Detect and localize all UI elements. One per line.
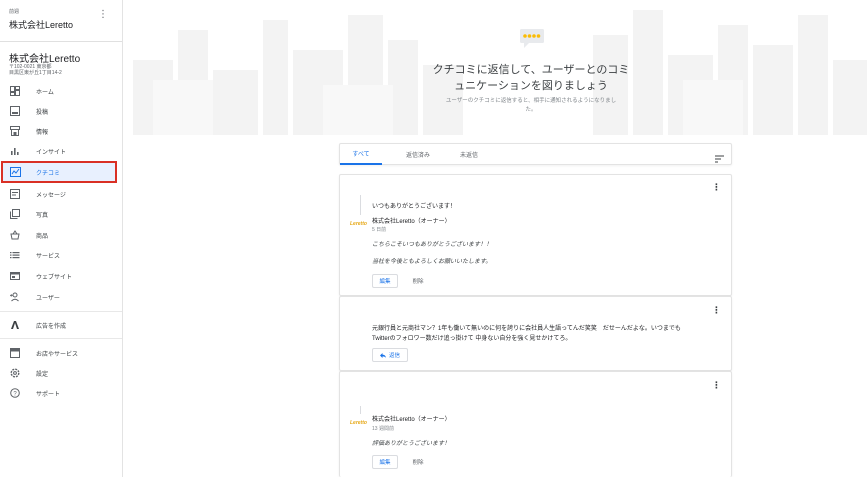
thread-line bbox=[360, 406, 361, 414]
reply-button-label: 返信 bbox=[388, 353, 400, 359]
leretto-logo: Leretto bbox=[350, 420, 367, 426]
sidebar-item-label: インサイト bbox=[36, 149, 67, 156]
sidebar-item-messages[interactable]: メッセージ bbox=[3, 185, 115, 203]
sidebar-item-label: 商品 bbox=[36, 233, 49, 240]
sidebar-header-caption: 前週 bbox=[9, 9, 20, 15]
leretto-logo: Leretto bbox=[350, 221, 367, 227]
owner-name: 株式会社Leretto（オーナー） bbox=[372, 417, 451, 423]
business-icon bbox=[9, 347, 21, 359]
more-vert-icon[interactable]: ⋮ bbox=[712, 181, 721, 193]
address-line-2: 目黒区東が丘1丁目14-2 bbox=[9, 70, 62, 76]
photos-icon bbox=[9, 208, 21, 220]
reply-time: 5 日前 bbox=[372, 227, 387, 233]
sidebar-divider bbox=[0, 311, 122, 312]
add-user-icon bbox=[9, 291, 21, 303]
sidebar-item-support[interactable]: ? サポート bbox=[3, 384, 115, 402]
main-content: クチコミに返信して、ユーザーとのコミュニケーションを図りましょう ユーザーのクチ… bbox=[123, 0, 867, 477]
sidebar-item-label: ユーザー bbox=[36, 295, 60, 302]
review-card: ⋮ 元銀行員と元商社マン？1年も働いて無いのに何を誇りに会社員人生語ってんだ笑笑… bbox=[339, 296, 732, 371]
website-icon bbox=[9, 270, 21, 282]
sidebar-item-settings[interactable]: 設定 bbox=[3, 364, 115, 382]
delete-reply-button[interactable]: 削除 bbox=[408, 274, 428, 288]
review-card: ⋮ Leretto 株式会社Leretto（オーナー） 13 週間前 評価ありが… bbox=[339, 371, 732, 477]
sidebar-item-label: 広告を作成 bbox=[36, 323, 67, 330]
review-card: ⋮ いつもありがとうございます！ Leretto 株式会社Leretto（オーナ… bbox=[339, 174, 732, 296]
tab-replied[interactable]: 返信済み bbox=[394, 144, 442, 165]
post-icon bbox=[9, 105, 21, 117]
sidebar-item-label: お店やサービス bbox=[36, 351, 79, 358]
review-text-line: Twitterのフォロワー数だけ追っ掛けて 中身ない自分を強く見せかけてろ。 bbox=[372, 336, 572, 342]
sidebar-item-label: 情報 bbox=[36, 129, 49, 136]
edit-reply-button[interactable]: 編集 bbox=[372, 455, 398, 469]
sidebar-item-label: サポート bbox=[36, 391, 61, 398]
more-vert-icon[interactable]: ⋮ bbox=[712, 379, 721, 391]
business-address: 〒102-0021 東京都 目黒区東が丘1丁目14-2 bbox=[9, 64, 109, 76]
sidebar-item-reviews[interactable]: クチコミ bbox=[1, 161, 117, 183]
sidebar-item-label: メッセージ bbox=[36, 192, 66, 199]
sidebar-header: 前週 株式会社Leretto ⋮ bbox=[0, 0, 122, 42]
review-stars-icon bbox=[519, 28, 545, 55]
thread-line bbox=[360, 195, 361, 215]
products-icon bbox=[9, 229, 21, 241]
services-icon bbox=[9, 249, 21, 261]
sidebar-item-label: ホーム bbox=[36, 89, 54, 96]
reply-icon bbox=[379, 352, 386, 358]
storefront-icon bbox=[9, 125, 21, 137]
sidebar-item-website[interactable]: ウェブサイト bbox=[3, 267, 115, 285]
business-name: 株式会社Leretto bbox=[9, 54, 81, 65]
tab-all[interactable]: すべて bbox=[340, 144, 382, 165]
ads-icon bbox=[9, 319, 21, 331]
help-icon: ? bbox=[9, 387, 21, 399]
sidebar-item-label: クチコミ bbox=[36, 170, 61, 177]
owner-reply-line: こちらこそいつもありがとうございます！！ bbox=[372, 242, 493, 248]
hero-subtitle: ユーザーのクチコミに返信すると、相手に通知されるようになりました。 bbox=[445, 98, 617, 113]
more-vert-icon[interactable]: ⋮ bbox=[98, 9, 108, 21]
sidebar-item-services[interactable]: サービス bbox=[3, 246, 115, 264]
sidebar-item-posts[interactable]: 投稿 bbox=[3, 102, 115, 120]
sidebar-item-users[interactable]: ユーザー bbox=[3, 288, 115, 306]
tab-unreplied[interactable]: 未返信 bbox=[448, 144, 490, 165]
sidebar-item-label: サービス bbox=[36, 253, 61, 260]
sidebar-divider bbox=[0, 338, 122, 339]
sidebar-item-home[interactable]: ホーム bbox=[3, 82, 115, 100]
sidebar: 前週 株式会社Leretto ⋮ 株式会社Leretto 〒102-0021 東… bbox=[0, 0, 123, 477]
owner-reply-line: 当社を今後ともよろしくお願いいたします。 bbox=[372, 259, 492, 265]
sidebar-item-label: 投稿 bbox=[36, 109, 49, 116]
edit-reply-button[interactable]: 編集 bbox=[372, 274, 398, 288]
sort-icon[interactable] bbox=[715, 150, 724, 168]
sidebar-item-insights[interactable]: インサイト bbox=[3, 142, 115, 160]
sidebar-item-products[interactable]: 商品 bbox=[3, 226, 115, 244]
sidebar-item-photos[interactable]: 写真 bbox=[3, 205, 115, 223]
sidebar-item-label: ウェブサイト bbox=[36, 274, 73, 281]
settings-icon bbox=[9, 367, 21, 379]
sidebar-item-business[interactable]: お店やサービス bbox=[3, 344, 115, 362]
hero-title: クチコミに返信して、ユーザーとのコミュニケーションを図りましょう bbox=[432, 64, 630, 92]
review-filter-tabs: すべて 返信済み 未返信 bbox=[339, 143, 732, 165]
reply-button[interactable]: 返信 bbox=[372, 348, 408, 362]
owner-name: 株式会社Leretto（オーナー） bbox=[372, 219, 451, 225]
delete-reply-button[interactable]: 削除 bbox=[408, 455, 428, 469]
sidebar-item-create-ad[interactable]: 広告を作成 bbox=[3, 316, 115, 334]
message-icon bbox=[9, 188, 21, 200]
dashboard-icon bbox=[9, 85, 21, 97]
insights-icon bbox=[9, 145, 21, 157]
review-text: いつもありがとうございます！ bbox=[372, 204, 457, 210]
account-title: 株式会社Leretto bbox=[9, 20, 74, 30]
sidebar-item-label: 写真 bbox=[36, 212, 49, 219]
sidebar-item-label: 設定 bbox=[36, 371, 49, 378]
review-text-line: 元銀行員と元商社マン？1年も働いて無いのに何を誇りに会社員人生語ってんだ笑笑 だ… bbox=[372, 326, 681, 332]
reply-time: 13 週間前 bbox=[372, 426, 394, 432]
owner-reply-line: 評価ありがとうございます！ bbox=[372, 441, 451, 447]
reviews-icon bbox=[9, 166, 21, 178]
more-vert-icon[interactable]: ⋮ bbox=[712, 304, 721, 316]
sidebar-item-info[interactable]: 情報 bbox=[3, 122, 115, 140]
